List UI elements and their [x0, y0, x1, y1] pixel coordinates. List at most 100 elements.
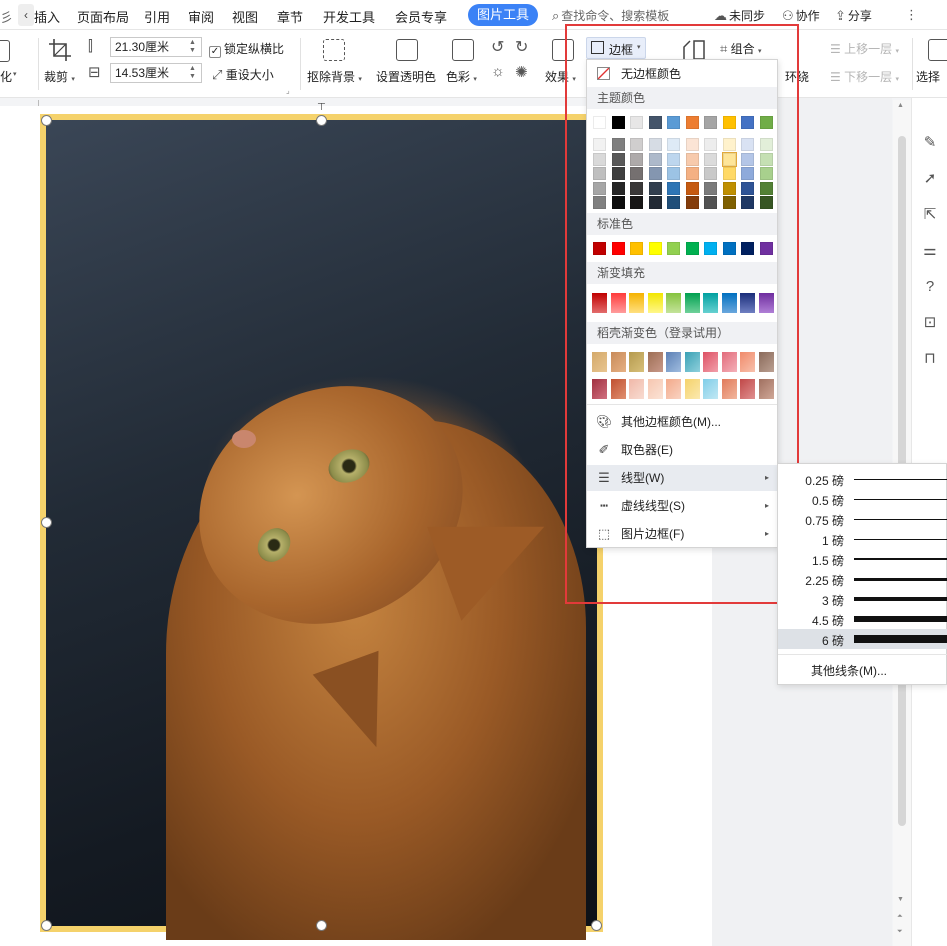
line-type-item[interactable]: ☰ 线型(W) ▸ — [587, 465, 777, 491]
theme-color-swatch[interactable] — [685, 116, 699, 129]
share-button[interactable]: ⇪ 分享 — [835, 7, 872, 24]
beautify-icon[interactable] — [0, 40, 10, 62]
theme-color-swatch[interactable] — [611, 138, 625, 151]
theme-color-swatch[interactable] — [611, 181, 625, 195]
help-icon[interactable]: ? — [921, 278, 939, 296]
remove-background-icon[interactable] — [323, 39, 345, 61]
line-weight-option[interactable]: 2.25 磅 — [778, 569, 947, 589]
theme-color-swatch[interactable] — [704, 196, 717, 209]
theme-color-swatch[interactable] — [759, 167, 773, 180]
theme-color-swatch[interactable] — [593, 116, 606, 129]
resize-handle-bottom-left[interactable] — [41, 920, 52, 931]
theme-color-swatch[interactable] — [741, 152, 754, 166]
more-menu-button[interactable]: ⋮ — [905, 7, 918, 23]
standard-color-swatch[interactable] — [648, 242, 662, 255]
theme-color-swatch[interactable] — [667, 167, 680, 180]
theme-color-swatch[interactable] — [648, 181, 662, 195]
gradient-swatch[interactable] — [684, 293, 700, 313]
settings-sliders-icon[interactable]: ⚌ — [921, 242, 939, 260]
picture-border-item[interactable]: ⬚ 图片边框(F) ▸ — [587, 521, 777, 547]
standard-color-swatch[interactable] — [759, 242, 773, 255]
height-spinner[interactable]: ▲ ▼ — [189, 65, 199, 81]
bring-forward-button[interactable]: ☰ 上移一层 ▾ — [830, 40, 899, 57]
shell-gradient-swatch[interactable] — [647, 379, 663, 399]
shell-gradient-swatch[interactable] — [758, 352, 774, 372]
theme-color-swatch[interactable] — [759, 181, 773, 195]
shell-gradient-swatch[interactable] — [629, 379, 644, 399]
shell-gradient-swatch[interactable] — [629, 352, 644, 372]
shell-gradient-swatch[interactable] — [592, 379, 607, 399]
resize-handle-top[interactable] — [316, 115, 327, 126]
more-lines-item[interactable]: 其他线条(M)... — [811, 662, 887, 679]
theme-color-swatch[interactable] — [593, 152, 606, 166]
theme-color-swatch[interactable] — [593, 181, 606, 195]
theme-color-swatch[interactable] — [704, 152, 717, 166]
theme-color-swatch[interactable] — [630, 152, 643, 166]
theme-color-swatch[interactable] — [667, 152, 680, 166]
shell-gradient-swatch[interactable] — [721, 352, 737, 372]
theme-color-swatch[interactable] — [704, 116, 717, 129]
rotate-left-icon[interactable]: ↺ — [491, 37, 504, 57]
theme-color-swatch[interactable] — [704, 181, 717, 195]
gradient-swatch[interactable] — [758, 293, 774, 313]
theme-color-swatch[interactable] — [630, 116, 643, 129]
theme-color-swatch[interactable] — [667, 181, 680, 195]
size-dialog-launcher[interactable]: ⌟ — [286, 86, 290, 95]
menu-page-layout[interactable]: 页面布局 — [77, 7, 129, 26]
theme-color-swatch[interactable] — [759, 138, 773, 151]
set-transparent-icon[interactable] — [396, 39, 418, 61]
theme-color-swatch[interactable] — [722, 116, 736, 129]
theme-color-swatch[interactable] — [648, 167, 662, 180]
next-page-button[interactable]: ⏷ — [897, 928, 903, 936]
standard-color-swatch[interactable] — [667, 242, 680, 255]
standard-color-swatch[interactable] — [704, 242, 717, 255]
command-search[interactable]: ⌕ 查找命令、搜索模板 — [552, 7, 669, 24]
shell-gradient-swatch[interactable] — [758, 379, 774, 399]
theme-color-swatch[interactable] — [759, 196, 773, 209]
shell-gradient-swatch[interactable] — [666, 379, 681, 399]
standard-color-swatch[interactable] — [722, 242, 736, 255]
shell-gradient-swatch[interactable] — [610, 352, 626, 372]
rocket-icon[interactable]: ➚ — [921, 170, 939, 188]
cat-photo[interactable] — [46, 120, 597, 940]
color-button[interactable]: 色彩 ▾ — [446, 68, 477, 85]
theme-color-swatch[interactable] — [630, 167, 643, 180]
set-transparent-button[interactable]: 设置透明色 — [376, 68, 436, 85]
more-border-colors-item[interactable]: 🎨︎ 其他边框颜色(M)... — [587, 409, 777, 435]
scroll-down-arrow[interactable]: ▼ — [897, 896, 904, 903]
rotate-handle-icon[interactable]: ⊤ — [317, 102, 326, 113]
shell-gradient-swatch[interactable] — [592, 352, 607, 372]
crop-icon[interactable] — [48, 38, 72, 62]
theme-color-swatch[interactable] — [721, 151, 737, 167]
theme-color-swatch[interactable] — [741, 116, 754, 129]
theme-color-swatch[interactable] — [685, 181, 699, 195]
border-button[interactable]: 边框 ▾ — [586, 37, 646, 59]
send-backward-button[interactable]: ☰ 下移一层 ▾ — [830, 68, 899, 85]
theme-color-swatch[interactable] — [630, 181, 643, 195]
line-weight-option[interactable]: 0.5 磅 — [778, 489, 947, 509]
line-weight-option[interactable]: 0.75 磅 — [778, 509, 947, 529]
theme-color-swatch[interactable] — [648, 116, 662, 129]
width-input[interactable]: 21.30厘米 ▲ ▼ — [110, 37, 202, 57]
menu-dev-tools[interactable]: 开发工具 — [323, 7, 375, 26]
resize-handle-bottom[interactable] — [316, 920, 327, 931]
selected-picture-frame[interactable] — [40, 114, 603, 940]
theme-color-swatch[interactable] — [685, 152, 699, 166]
resize-handle-bottom-right[interactable] — [591, 920, 602, 931]
standard-color-swatch[interactable] — [630, 242, 643, 255]
theme-color-swatch[interactable] — [685, 196, 699, 209]
dash-type-item[interactable]: ┅ 虚线线型(S) ▸ — [587, 493, 777, 519]
tab-picture-tools[interactable]: 图片工具 — [468, 4, 538, 26]
align-icon[interactable] — [682, 39, 706, 61]
theme-color-swatch[interactable] — [741, 167, 754, 180]
shell-gradient-swatch[interactable] — [721, 379, 737, 399]
color-icon[interactable] — [452, 39, 474, 61]
effect-icon[interactable] — [552, 39, 574, 61]
theme-color-swatch[interactable] — [630, 196, 643, 209]
gradient-swatch[interactable] — [703, 293, 718, 313]
theme-color-swatch[interactable] — [667, 116, 680, 129]
theme-color-swatch[interactable] — [722, 196, 736, 209]
contrast-icon[interactable]: ✺ — [515, 63, 528, 81]
shell-gradient-swatch[interactable] — [684, 352, 700, 372]
line-weight-option[interactable]: 1 磅 — [778, 529, 947, 549]
